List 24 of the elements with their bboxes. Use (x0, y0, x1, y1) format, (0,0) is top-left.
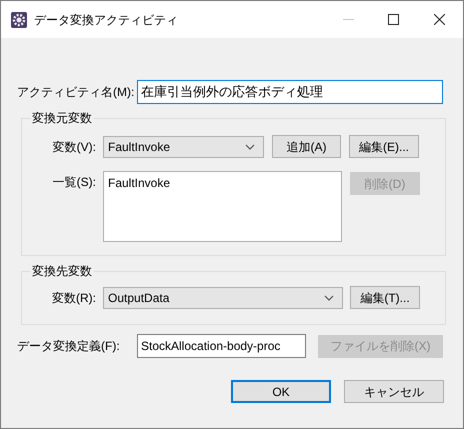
window-title: データ変換アクティビティ (34, 12, 178, 28)
group-title: 変換先変数 (31, 263, 93, 280)
field-label: 一覧(S): (52, 174, 96, 191)
list-item[interactable]: FaultInvoke (108, 174, 337, 192)
chevron-down-icon (324, 294, 334, 300)
dialog-button[interactable]: OK (231, 380, 331, 403)
field-label: アクティビティ名(M): (17, 84, 136, 101)
dialog-button[interactable]: 編集(E)... (349, 135, 419, 158)
gear-icon (11, 12, 27, 28)
variable-dropdown[interactable]: OutputData (103, 286, 343, 308)
chevron-down-icon (245, 144, 255, 150)
maximize-icon[interactable] (388, 14, 399, 25)
group-title: 変換元変数 (31, 110, 93, 127)
field-label: 変数(V): (52, 138, 96, 156)
field-label: 変数(R): (51, 290, 96, 306)
field-label: データ変換定義(F): (17, 338, 121, 355)
close-icon[interactable] (434, 14, 445, 25)
variable-list[interactable]: FaultInvoke (103, 171, 342, 242)
dialog-button[interactable]: 編集(T)... (350, 286, 420, 309)
variable-dropdown[interactable]: FaultInvoke (103, 136, 264, 158)
activity-name-field[interactable]: 在庫引当例外の応答ボディ処理 (137, 80, 443, 104)
definition-file-field[interactable]: StockAllocation-body-proc (137, 334, 306, 358)
dialog-button[interactable]: キャンセル (344, 380, 444, 403)
dialog-button[interactable]: 追加(A) (272, 135, 341, 158)
